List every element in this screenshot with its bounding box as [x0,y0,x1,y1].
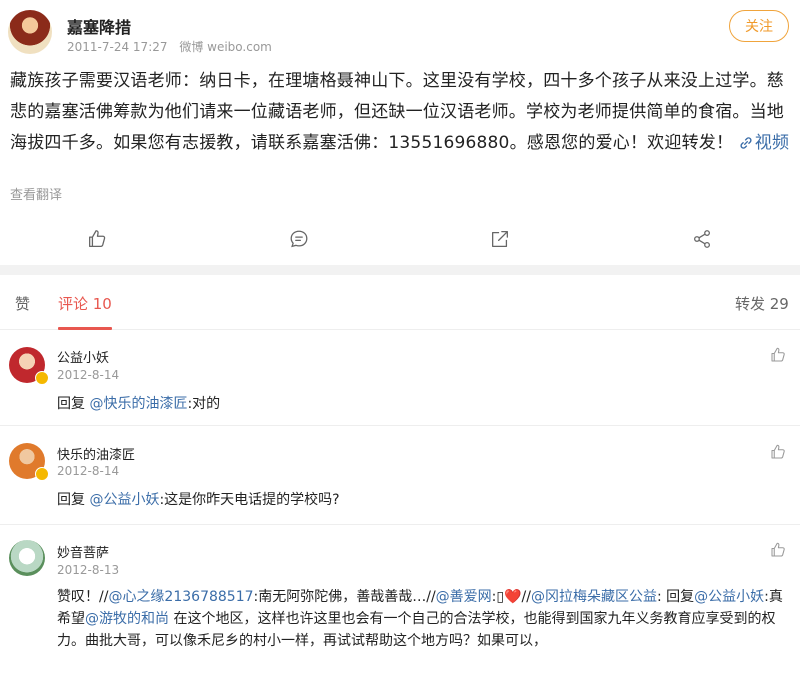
comment-date: 2012-8-13 [57,563,120,577]
comment-item: 快乐的油漆匠 2012-8-14 回复 @公益小妖:这是你昨天电话提的学校吗? [0,426,800,524]
tab-likes[interactable]: 赞 [15,293,30,314]
comment-text-segment: :南无阿弥陀佛，善哉善哉…// [253,589,436,605]
tab-comments[interactable]: 评论 10 [58,293,112,314]
mention-link[interactable]: @心之缘2136788517 [108,589,253,605]
interaction-tabs: 赞 评论 10 转发 29 [0,275,800,330]
post-body-text: 藏族孩子需要汉语老师：纳日卡，在理塘格聂神山下。这里没有学校，四十多个孩子从来没… [10,71,784,153]
commenter-name[interactable]: 妙音菩萨 [57,542,109,561]
tab-reposts[interactable]: 转发 29 [735,293,789,314]
comment-text: 回复 @公益小妖:这是你昨天电话提的学校吗? [57,489,787,511]
link-icon [740,137,752,149]
comment-text-segment: :▯❤️// [491,589,531,605]
commenter-name[interactable]: 快乐的油漆匠 [57,444,135,463]
post-header: 嘉塞降措 2011-7-24 17:27 微博 weibo.com 关注 [0,0,800,58]
comment-item: 妙音菩萨 2012-8-13 赞叹！//@心之缘2136788517:南无阿弥陀… [0,525,800,676]
mention-link[interactable]: @游牧的和尚 [85,611,169,627]
post-meta: 2011-7-24 17:27 微博 weibo.com [67,38,280,55]
comment-text: 回复 @快乐的油漆匠:对的 [57,393,787,415]
action-bar [0,214,800,264]
verified-badge [35,371,49,385]
follow-button[interactable]: 关注 [729,10,789,42]
video-label: 视频 [754,133,790,153]
translate-link[interactable]: 查看翻译 [10,184,62,203]
author-avatar[interactable] [8,10,52,54]
author-name[interactable]: 嘉塞降措 [67,14,131,38]
mention-link[interactable]: @公益小妖 [694,589,764,605]
comment-text-segment: 赞叹！// [57,589,109,605]
comment-like-icon[interactable] [769,541,787,559]
repost-icon[interactable] [489,228,511,250]
verified-badge [35,467,49,481]
comment-icon[interactable] [288,228,310,250]
section-divider [0,265,800,275]
comment-text-segment: 回复 [57,396,90,412]
mention-link[interactable]: @善爱网 [436,589,492,605]
mention-link[interactable]: @冈拉梅朵藏区公益 [531,589,657,605]
share-icon[interactable] [691,228,713,250]
comment-text-segment: :对的 [187,396,221,412]
comment-date: 2012-8-14 [57,464,120,478]
comment-text-segment: : 回复 [656,589,695,605]
post-date: 2011-7-24 17:27 [67,40,168,54]
post-text: 藏族孩子需要汉语老师：纳日卡，在理塘格聂神山下。这里没有学校，四十多个孩子从来没… [10,66,790,159]
post-source: 微博 weibo.com [179,40,272,54]
mention-link[interactable]: @快乐的油漆匠 [89,396,187,412]
like-icon[interactable] [86,228,108,250]
commenter-name[interactable]: 公益小妖 [57,347,109,366]
mention-link[interactable]: @公益小妖 [89,492,159,508]
comment-item: 公益小妖 2012-8-14 回复 @快乐的油漆匠:对的 [0,330,800,425]
commenter-avatar[interactable] [9,540,45,576]
comment-like-icon[interactable] [769,346,787,364]
video-link[interactable]: 视频 [739,133,789,153]
comment-text-segment: 回复 [57,492,90,508]
comment-text-segment: :这是你昨天电话提的学校吗? [159,492,340,508]
comment-like-icon[interactable] [769,443,787,461]
comment-date: 2012-8-14 [57,368,120,382]
comment-text: 赞叹！//@心之缘2136788517:南无阿弥陀佛，善哉善哉…//@善爱网:▯… [57,586,787,652]
